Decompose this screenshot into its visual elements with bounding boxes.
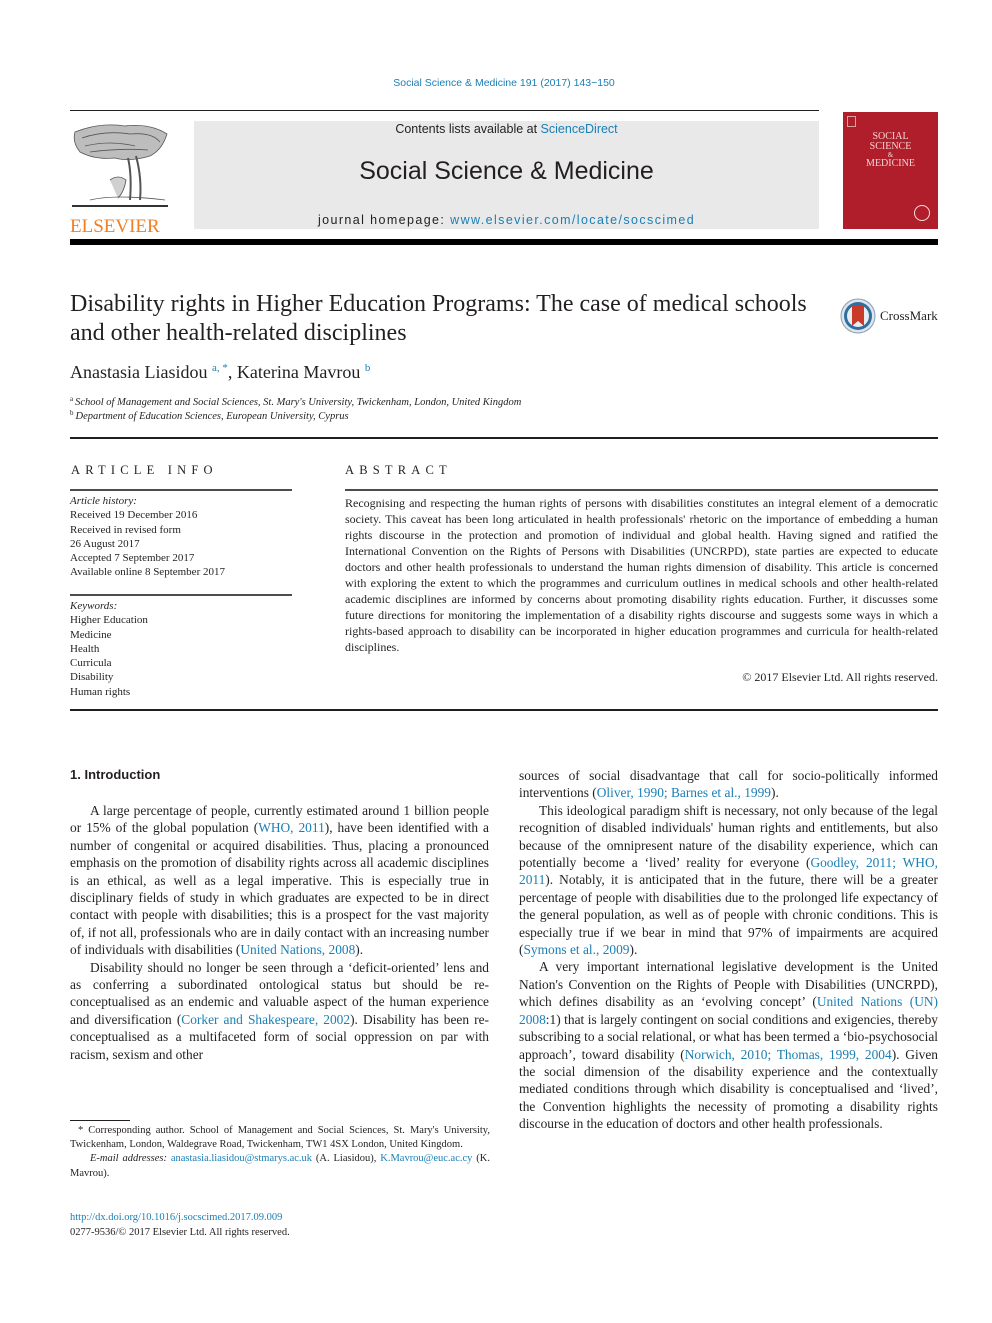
homepage-line: journal homepage: www.elsevier.com/locat… — [317, 213, 696, 227]
keyword-item: Human rights — [70, 685, 131, 698]
top-divider — [70, 110, 819, 111]
crossmark-button[interactable]: CrossMark — [840, 296, 940, 336]
history-item: Accepted 7 September 2017 — [70, 552, 195, 565]
history-item: Received 19 December 2016 — [70, 509, 198, 522]
article-info-heading: ARTICLE INFO — [71, 463, 218, 477]
body-paragraph: sources of social disadvantage that call… — [519, 767, 938, 802]
elsevier-wordmark: ELSEVIER — [70, 216, 160, 237]
author-affiliation-marker[interactable]: b — [365, 362, 371, 374]
journal-homepage-link[interactable]: www.elsevier.com/locate/socscimed — [450, 213, 695, 227]
paragraph-text: ). — [770, 785, 779, 801]
citation-link[interactable]: WHO, 2011 — [258, 820, 325, 835]
body-column-left: A large percentage of people, currently … — [70, 802, 489, 1063]
citation-link[interactable]: Norwich, 2010; Thomas, 1999, 2004 — [685, 1047, 892, 1062]
email-link[interactable]: anastasia.liasidou@stmarys.ac.uk — [171, 1153, 312, 1164]
body-column-right: sources of social disadvantage that call… — [519, 767, 938, 1133]
abstract-copyright: © 2017 Elsevier Ltd. All rights reserved… — [742, 670, 938, 684]
citation-link[interactable]: Symons et al., 2009 — [523, 942, 629, 957]
journal-name: Social Science & Medicine — [359, 157, 654, 185]
abstract-heading: ABSTRACT — [345, 463, 452, 477]
cover-badge-icon — [914, 205, 930, 221]
sciencedirect-link[interactable]: ScienceDirect — [541, 122, 618, 136]
author-name[interactable]: Anastasia Liasidou — [70, 362, 207, 382]
divider — [70, 437, 938, 439]
contents-line: Contents lists available at ScienceDirec… — [395, 122, 618, 136]
email-addresses: E-mail addresses: anastasia.liasidou@stm… — [70, 1153, 490, 1179]
divider — [70, 709, 938, 711]
crossmark-icon — [840, 298, 876, 334]
paragraph-text: ), have been identified with a number of… — [70, 820, 489, 958]
journal-cover[interactable]: SOCIAL SCIENCE & MEDICINE — [843, 112, 938, 229]
footnote-divider — [70, 1120, 130, 1121]
header-thick-divider — [70, 239, 938, 245]
history-item: Received in revised form — [70, 523, 181, 536]
journal-header-box: Contents lists available at ScienceDirec… — [194, 121, 819, 229]
article-history-label: Article history: — [70, 495, 137, 507]
affiliation: b Department of Education Sciences, Europ… — [70, 409, 349, 422]
divider — [345, 489, 938, 491]
issn-copyright: 0277-9536/© 2017 Elsevier Ltd. All right… — [70, 1227, 290, 1238]
author-affiliation-marker[interactable]: a, * — [212, 362, 228, 374]
keyword-item: Health — [70, 642, 100, 655]
body-paragraph: A very important international legislati… — [519, 958, 938, 1132]
paragraph-text: ). — [629, 942, 638, 958]
article-title: Disability rights in Higher Education Pr… — [70, 291, 807, 346]
keyword-item: Medicine — [70, 628, 112, 641]
section-heading-introduction: 1. Introduction — [70, 767, 161, 782]
body-paragraph: Disability should no longer be seen thro… — [70, 959, 489, 1063]
history-item: Available online 8 September 2017 — [70, 566, 225, 579]
citation-link[interactable]: United Nations, 2008 — [240, 942, 355, 957]
article-history: Article history: Received 19 December 20… — [70, 494, 292, 580]
elsevier-tree-icon — [70, 120, 170, 212]
keywords-label: Keywords: — [70, 600, 118, 612]
author-list: Anastasia Liasidou a, *, Katerina Mavrou… — [70, 362, 371, 382]
divider — [70, 594, 292, 596]
divider — [70, 489, 292, 491]
affiliation: a School of Management and Social Science… — [70, 395, 522, 408]
crossmark-label: CrossMark — [880, 308, 938, 323]
keyword-item: Disability — [70, 671, 114, 684]
doi-link[interactable]: http://dx.doi.org/10.1016/j.socscimed.20… — [70, 1212, 282, 1223]
keyword-item: Higher Education — [70, 614, 148, 627]
footnotes: * Corresponding author. School of Manage… — [70, 1124, 490, 1181]
elsevier-logo[interactable]: ELSEVIER — [70, 120, 172, 237]
body-paragraph: A large percentage of people, currently … — [70, 802, 489, 959]
keywords: Keywords: Higher Education Medicine Heal… — [70, 599, 292, 699]
journal-citation-link[interactable]: Social Science & Medicine 191 (2017) 143… — [0, 77, 992, 89]
citation-link[interactable]: Corker and Shakespeare, 2002 — [181, 1012, 350, 1027]
abstract-text: Recognising and respecting the human rig… — [345, 496, 938, 654]
cover-emblem-icon — [847, 116, 856, 127]
cover-title: SOCIAL SCIENCE & MEDICINE — [866, 131, 915, 169]
keyword-item: Curricula — [70, 657, 112, 670]
citation-link[interactable]: Oliver, 1990; Barnes et al., 1999 — [597, 785, 771, 800]
email-link[interactable]: K.Mavrou@euc.ac.cy — [380, 1153, 472, 1164]
body-paragraph: This ideological paradigm shift is neces… — [519, 802, 938, 959]
history-item: 26 August 2017 — [70, 537, 140, 550]
paragraph-text: ). — [355, 942, 364, 958]
corresponding-author-note: * Corresponding author. School of Manage… — [70, 1125, 490, 1151]
author-name[interactable]: Katerina Mavrou — [237, 362, 360, 382]
